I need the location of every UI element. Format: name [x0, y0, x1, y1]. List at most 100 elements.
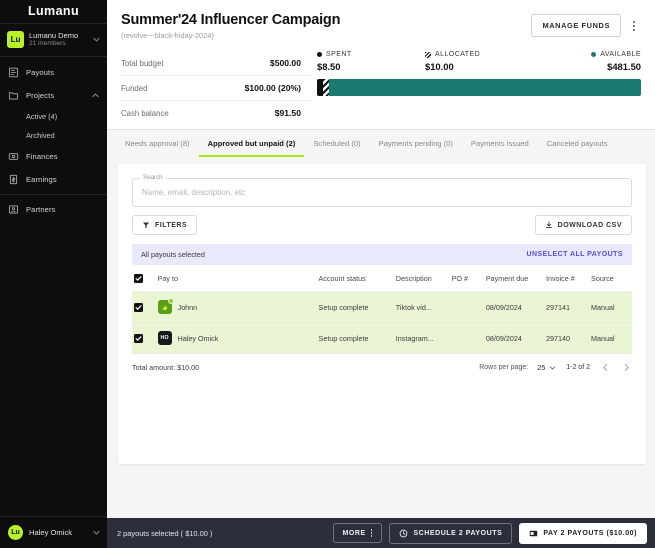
more-button[interactable]: MORE	[332, 522, 383, 544]
legend-label: AVAILABLE	[600, 51, 641, 58]
filters-label: FILTERS	[155, 221, 188, 229]
tab-payments-pending[interactable]: Payments pending (0)	[370, 130, 462, 157]
spent-dot-icon	[317, 52, 322, 57]
sidebar-item-partners[interactable]: Partners	[0, 198, 107, 221]
row-checkbox[interactable]	[134, 333, 143, 343]
rows-per-page-select[interactable]: 25	[537, 363, 557, 372]
selection-banner-text: All payouts selected	[141, 250, 205, 259]
more-label: MORE	[342, 529, 366, 537]
sidebar-item-label: Partners	[26, 204, 56, 214]
select-all-header	[132, 265, 156, 292]
funds-breakdown-chart: SPENT $8.50 ALLOCATED $10.00 AVAILABLE $…	[311, 51, 641, 125]
sidebar-item-label: Earnings	[26, 174, 57, 184]
row-checkbox[interactable]	[134, 302, 143, 312]
payment-card-icon	[529, 529, 538, 538]
page-title: Summer'24 Influencer Campaign	[121, 12, 341, 28]
legend-item-allocated: ALLOCATED $10.00	[425, 51, 533, 72]
cell-payment-due: 08/09/2024	[483, 291, 544, 323]
cell-description: Instagram...	[393, 322, 450, 354]
legend-value: $10.00	[425, 61, 454, 72]
next-page-button[interactable]	[620, 361, 632, 373]
brand-logo: Lumanu	[0, 0, 107, 24]
legend-label: SPENT	[326, 51, 352, 58]
budget-stats: Total budget $500.00 Funded $100.00 (20%…	[121, 51, 641, 129]
search-label: Search	[140, 174, 166, 181]
pay-to-name: Johnn	[177, 302, 198, 312]
download-csv-label: DOWNLOAD CSV	[557, 221, 622, 229]
sidebar-item-earnings[interactable]: Earnings	[0, 168, 107, 191]
sidebar-item-active-projects[interactable]: Active (4)	[0, 107, 107, 126]
select-all-checkbox[interactable]	[134, 274, 143, 283]
legend-item-spent: SPENT $8.50	[317, 51, 425, 72]
manage-funds-button[interactable]: MANAGE FUNDS	[531, 14, 621, 37]
user-account-switcher[interactable]: Lu Haley Omick	[0, 516, 107, 548]
schedule-payouts-button[interactable]: SCHEDULE 2 PAYOUTS	[389, 522, 513, 544]
rows-per-page-value: 25	[537, 362, 546, 372]
cell-po	[449, 291, 484, 323]
download-csv-button[interactable]: DOWNLOAD CSV	[534, 215, 632, 235]
sidebar-divider	[0, 193, 107, 195]
cell-payment-due: 08/09/2024	[483, 322, 544, 354]
org-switcher[interactable]: Lu Lumanu Demo 21 members	[0, 24, 107, 57]
pay-payouts-button[interactable]: PAY 2 PAYOUTS ($10.00)	[519, 522, 647, 544]
payouts-panel: Search FILTERS DOWNLOAD CSV All payouts …	[118, 164, 646, 464]
cell-account-status: Setup complete	[316, 291, 394, 323]
budget-row-funded: Funded $100.00 (20%)	[121, 76, 311, 101]
column-header-source: Source	[589, 265, 632, 292]
column-header-account-status: Account status	[316, 265, 394, 292]
budget-row-cash-balance: Cash balance $91.50	[121, 101, 311, 125]
column-header-description: Description	[393, 265, 450, 292]
selection-status: 2 payouts selected ( $10.00 )	[117, 528, 213, 538]
funds-progress-bar	[317, 79, 641, 96]
filters-button[interactable]: FILTERS	[132, 215, 198, 235]
org-avatar: Lu	[7, 31, 24, 49]
sidebar-item-archived-projects[interactable]: Archived	[0, 126, 107, 145]
cell-account-status: Setup complete	[316, 322, 394, 354]
table-header: Pay to Account status Description PO # P…	[132, 265, 632, 292]
rows-per-page-label: Rows per page:	[479, 363, 529, 371]
allocated-hatch-icon	[425, 51, 431, 58]
tab-payments-issued[interactable]: Payments issued	[462, 130, 538, 157]
filter-icon	[142, 221, 150, 229]
budget-value: $100.00 (20%)	[244, 83, 301, 93]
budget-label: Cash balance	[121, 108, 169, 118]
table-footer: Total amount: $10.00 Rows per page: 25 1…	[132, 361, 632, 373]
tab-scheduled[interactable]: Scheduled (0)	[304, 130, 369, 157]
avatar: Lu	[8, 525, 23, 540]
table-toolbar: FILTERS DOWNLOAD CSV	[132, 215, 632, 235]
folder-icon	[8, 90, 19, 101]
sidebar-item-projects[interactable]: Projects	[0, 84, 107, 107]
avatar	[157, 298, 174, 314]
search-field: Search	[132, 174, 632, 207]
sidebar-item-label: Finances	[26, 151, 58, 161]
column-header-payment-due: Payment due	[483, 265, 544, 292]
id-card-icon	[8, 204, 19, 215]
sidebar-item-finances[interactable]: Finances	[0, 145, 107, 168]
page-range: 1-2 of 2	[566, 363, 590, 371]
column-header-pay-to: Pay to	[155, 265, 317, 292]
chevron-up-icon	[91, 91, 100, 100]
table-row[interactable]: HO Haley Omick Setup complete Instagram.…	[132, 322, 632, 354]
campaign-slug: (revolve---black-friday-2024)	[121, 31, 214, 40]
table-row[interactable]: Johnn Setup complete Tiktok vid... 08/09…	[132, 291, 632, 323]
tab-canceled-payouts[interactable]: Canceled payouts	[538, 130, 617, 157]
sidebar-item-payouts[interactable]: Payouts	[0, 61, 107, 84]
tab-needs-approval[interactable]: Needs approval (8)	[121, 130, 199, 157]
payouts-table: Pay to Account status Description PO # P…	[132, 265, 632, 354]
search-input[interactable]	[132, 178, 632, 207]
unselect-all-payouts-link[interactable]: UNSELECT ALL PAYOUTS	[526, 251, 623, 258]
budget-row-total: Total budget $500.00	[121, 51, 311, 76]
more-options-icon[interactable]	[627, 18, 641, 34]
column-header-invoice: Invoice #	[543, 265, 590, 292]
receipt-icon	[8, 67, 19, 78]
tab-approved-but-unpaid[interactable]: Approved but unpaid (2)	[198, 130, 305, 157]
campaign-title-block: Summer'24 Influencer Campaign (revolve--…	[121, 12, 340, 40]
pay-to-name: Haley Omick	[177, 333, 219, 343]
user-name: Haley Omick	[29, 528, 73, 537]
cell-invoice: 297141	[543, 291, 590, 323]
avatar: HO	[157, 331, 172, 345]
legend-value: $8.50	[317, 61, 341, 72]
cell-pay-to: HO Haley Omick	[155, 322, 317, 354]
available-dot-icon	[591, 52, 597, 57]
previous-page-button[interactable]	[599, 361, 611, 373]
